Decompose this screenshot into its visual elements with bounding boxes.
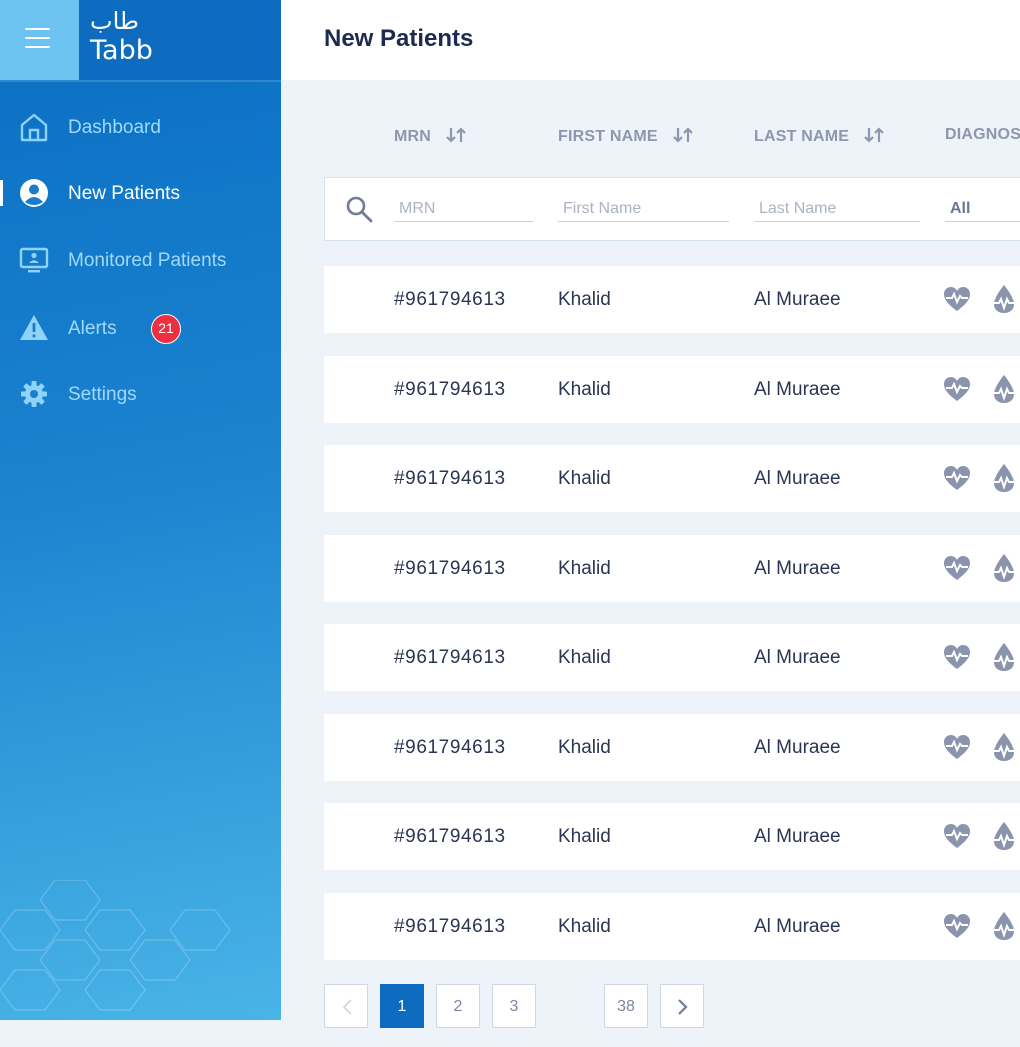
next-page-button[interactable] xyxy=(660,984,704,1028)
mrn-cell: #961794613 xyxy=(394,289,506,310)
chevron-left-icon xyxy=(342,999,352,1015)
sidebar-item-settings[interactable]: Settings xyxy=(0,369,281,419)
table-row[interactable]: #961794613 Khalid Al Muraee xyxy=(324,893,1020,960)
logo-arabic: طاب xyxy=(90,7,140,35)
heart-pulse-icon xyxy=(943,555,971,581)
filter-row: MRN First Name Last Name All xyxy=(324,177,1020,241)
sidebar-item-alerts[interactable]: Alerts 21 xyxy=(0,303,281,353)
page-title: New Patients xyxy=(324,25,474,52)
last-name-cell: Al Muraee xyxy=(754,916,841,937)
last-name-cell: Al Muraee xyxy=(754,826,841,847)
page-button-1[interactable]: 1 xyxy=(380,984,424,1028)
sidebar-item-label: Settings xyxy=(68,384,137,405)
hexagon-pattern xyxy=(0,880,231,1011)
last-name-cell: Al Muraee xyxy=(754,647,841,668)
table-row[interactable]: #961794613 Khalid Al Muraee xyxy=(324,535,1020,602)
page-button-38[interactable]: 38 xyxy=(604,984,648,1028)
drop-pulse-icon xyxy=(990,821,1018,851)
mrn-cell: #961794613 xyxy=(394,737,506,758)
sidebar-item-dashboard[interactable]: Dashboard xyxy=(0,102,281,152)
first-name-filter-input[interactable]: First Name xyxy=(558,198,729,222)
drop-pulse-icon xyxy=(990,642,1018,672)
diagnosis-filter-select[interactable]: All xyxy=(945,198,1020,222)
first-name-cell: Khalid xyxy=(558,379,611,400)
column-header-mrn[interactable]: MRN xyxy=(394,126,467,146)
drop-pulse-icon xyxy=(990,284,1018,314)
table-row[interactable]: #961794613 Khalid Al Muraee xyxy=(324,714,1020,781)
last-name-cell: Al Muraee xyxy=(754,379,841,400)
first-name-cell: Khalid xyxy=(558,558,611,579)
user-circle-icon xyxy=(20,179,48,207)
gear-icon xyxy=(21,381,47,407)
mrn-cell: #961794613 xyxy=(394,826,506,847)
mrn-cell: #961794613 xyxy=(394,558,506,579)
sidebar: طاب Tabb Dashboard New Patients Monitore… xyxy=(0,0,281,1020)
first-name-cell: Khalid xyxy=(558,647,611,668)
sort-icon xyxy=(864,127,884,143)
search-icon[interactable] xyxy=(345,195,373,223)
table-row[interactable]: #961794613 Khalid Al Muraee xyxy=(324,803,1020,870)
sidebar-item-label: Monitored Patients xyxy=(68,250,227,271)
page-header: New Patients xyxy=(281,0,1020,80)
sidebar-item-label: New Patients xyxy=(68,183,180,204)
table-row[interactable]: #961794613 Khalid Al Muraee xyxy=(324,356,1020,423)
sort-icon xyxy=(446,127,466,143)
last-name-cell: Al Muraee xyxy=(754,289,841,310)
drop-pulse-icon xyxy=(990,911,1018,941)
previous-page-button[interactable] xyxy=(324,984,368,1028)
mrn-cell: #961794613 xyxy=(394,916,506,937)
table-row[interactable]: #961794613 Khalid Al Muraee xyxy=(324,624,1020,691)
heart-pulse-icon xyxy=(943,465,971,491)
page-button-2[interactable]: 2 xyxy=(436,984,480,1028)
logo-latin: Tabb xyxy=(90,35,153,66)
column-header-first-name[interactable]: FIRST NAME xyxy=(558,126,694,146)
heart-pulse-icon xyxy=(943,376,971,402)
column-header-diagnosis[interactable]: DIAGNOS xyxy=(945,126,1020,144)
drop-pulse-icon xyxy=(990,553,1018,583)
first-name-cell: Khalid xyxy=(558,468,611,489)
drop-pulse-icon xyxy=(990,732,1018,762)
last-name-cell: Al Muraee xyxy=(754,468,841,489)
column-header-label: DIAGNOS xyxy=(945,126,1020,143)
column-header-label: MRN xyxy=(394,128,432,145)
first-name-cell: Khalid xyxy=(558,826,611,847)
alerts-count-badge: 21 xyxy=(151,314,181,344)
mrn-cell: #961794613 xyxy=(394,379,506,400)
column-header-label: FIRST NAME xyxy=(558,128,658,145)
monitor-icon xyxy=(19,247,49,273)
mrn-cell: #961794613 xyxy=(394,468,506,489)
column-header-last-name[interactable]: LAST NAME xyxy=(754,126,885,146)
mrn-filter-input[interactable]: MRN xyxy=(394,198,533,222)
first-name-cell: Khalid xyxy=(558,737,611,758)
hamburger-menu-button[interactable] xyxy=(0,0,79,80)
sidebar-header: طاب Tabb xyxy=(0,0,281,82)
page-button-3[interactable]: 3 xyxy=(492,984,536,1028)
heart-pulse-icon xyxy=(943,644,971,670)
mrn-cell: #961794613 xyxy=(394,647,506,668)
first-name-cell: Khalid xyxy=(558,289,611,310)
table-row[interactable]: #961794613 Khalid Al Muraee xyxy=(324,266,1020,333)
chevron-right-icon xyxy=(678,999,688,1015)
column-header-label: LAST NAME xyxy=(754,128,850,145)
sort-icon xyxy=(673,127,693,143)
sidebar-item-label: Dashboard xyxy=(68,117,161,138)
sidebar-item-monitored-patients[interactable]: Monitored Patients xyxy=(0,235,281,285)
heart-pulse-icon xyxy=(943,823,971,849)
sidebar-item-new-patients[interactable]: New Patients xyxy=(0,168,281,218)
last-name-filter-input[interactable]: Last Name xyxy=(754,198,920,222)
warning-icon xyxy=(20,315,48,340)
drop-pulse-icon xyxy=(990,374,1018,404)
table-row[interactable]: #961794613 Khalid Al Muraee xyxy=(324,445,1020,512)
heart-pulse-icon xyxy=(943,286,971,312)
sidebar-item-label: Alerts xyxy=(68,318,117,339)
last-name-cell: Al Muraee xyxy=(754,737,841,758)
home-icon xyxy=(20,113,48,142)
first-name-cell: Khalid xyxy=(558,916,611,937)
heart-pulse-icon xyxy=(943,913,971,939)
heart-pulse-icon xyxy=(943,734,971,760)
last-name-cell: Al Muraee xyxy=(754,558,841,579)
logo: طاب Tabb xyxy=(90,8,153,66)
menu-icon xyxy=(25,28,50,30)
drop-pulse-icon xyxy=(990,463,1018,493)
